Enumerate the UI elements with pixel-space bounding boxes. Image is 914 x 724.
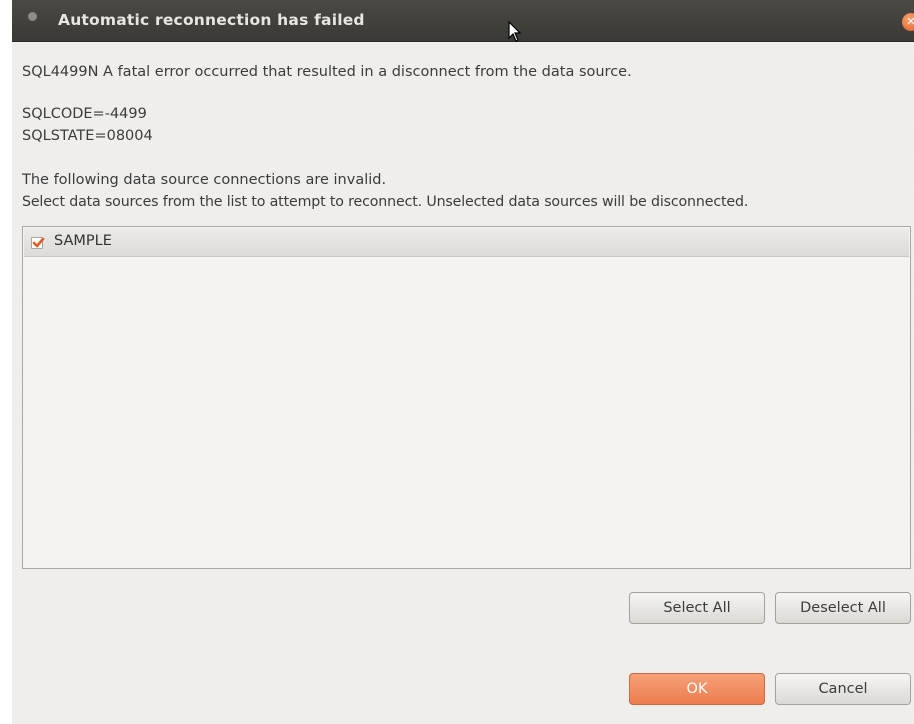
- list-item[interactable]: SAMPLE: [24, 228, 909, 257]
- sqlstate-text: SQLSTATE=08004: [22, 128, 153, 144]
- ok-button[interactable]: OK: [629, 673, 765, 705]
- title-bar[interactable]: Automatic reconnection has failed ✕: [12, 0, 914, 42]
- deselect-all-button[interactable]: Deselect All: [775, 592, 911, 624]
- data-source-label: SAMPLE: [54, 233, 112, 249]
- window-menu-icon[interactable]: [28, 12, 37, 21]
- check-icon: [32, 237, 45, 248]
- invalid-connections-notice: The following data source connections ar…: [22, 172, 387, 188]
- reconnect-instruction: Select data sources from the list to att…: [22, 194, 749, 210]
- error-message: SQL4499N A fatal error occurred that res…: [22, 64, 632, 80]
- data-source-list[interactable]: SAMPLE: [22, 226, 911, 569]
- window-edge: [0, 0, 12, 724]
- close-icon[interactable]: ✕: [902, 13, 914, 31]
- sqlcode-text: SQLCODE=-4499: [22, 106, 147, 122]
- reconnection-dialog: Automatic reconnection has failed ✕ SQL4…: [0, 0, 914, 724]
- sample-checkbox[interactable]: [31, 237, 45, 249]
- select-all-button[interactable]: Select All: [629, 592, 765, 624]
- cancel-button[interactable]: Cancel: [775, 673, 911, 705]
- window-title: Automatic reconnection has failed: [58, 11, 365, 29]
